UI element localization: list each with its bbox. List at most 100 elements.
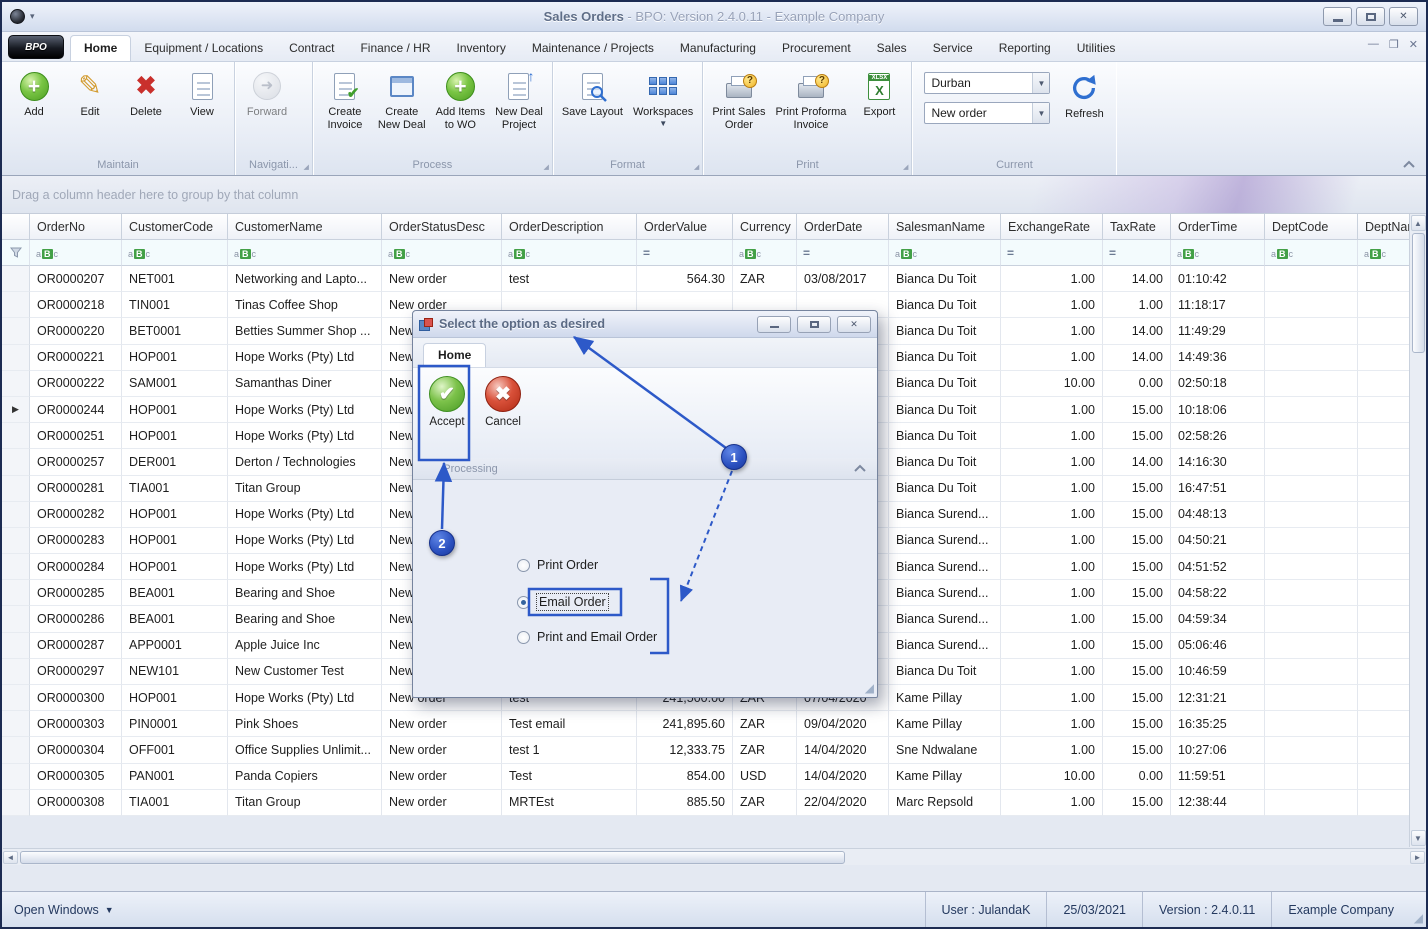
- tab-manufacturing[interactable]: Manufacturing: [667, 36, 769, 61]
- ribbon-collapse-icon[interactable]: [1402, 160, 1416, 169]
- quick-access-caret-icon[interactable]: ▾: [30, 11, 35, 22]
- app-icon[interactable]: [10, 9, 25, 24]
- ribbon-restore-icon[interactable]: ❐: [1389, 38, 1399, 51]
- bpo-logo[interactable]: BPO: [8, 35, 64, 59]
- view-button[interactable]: View: [174, 66, 230, 122]
- radio-email-order[interactable]: Email Order: [517, 594, 608, 610]
- scroll-down-icon[interactable]: ▼: [1411, 830, 1426, 846]
- scroll-right-icon[interactable]: ►: [1410, 851, 1425, 864]
- forward-button[interactable]: ➜ Forward: [239, 66, 295, 122]
- filter-cell-ordertime[interactable]: aBc: [1171, 240, 1265, 266]
- dialog-tab-home[interactable]: Home: [423, 343, 486, 367]
- filter-cell-ordervalue[interactable]: =: [637, 240, 733, 266]
- cancel-button[interactable]: ✖ Cancel: [479, 372, 527, 458]
- column-header-salesmanname[interactable]: SalesmanName: [889, 214, 1001, 240]
- tab-finance-hr[interactable]: Finance / HR: [347, 36, 443, 61]
- create-invoice-button[interactable]: ✔ Create Invoice: [317, 66, 373, 134]
- tab-maintenance-projects[interactable]: Maintenance / Projects: [519, 36, 667, 61]
- column-header-orderdate[interactable]: OrderDate: [797, 214, 889, 240]
- filter-funnel-icon[interactable]: [2, 240, 30, 266]
- filter-cell-taxrate[interactable]: =: [1103, 240, 1171, 266]
- current-order-type-dropdown[interactable]: New order ▼: [924, 102, 1050, 124]
- column-header-exchangerate[interactable]: ExchangeRate: [1001, 214, 1103, 240]
- column-header-deptcode[interactable]: DeptCode: [1265, 214, 1358, 240]
- delete-button[interactable]: ✖ Delete: [118, 66, 174, 122]
- filter-cell-deptcode[interactable]: aBc: [1265, 240, 1358, 266]
- dialog-launcher-icon[interactable]: ◢: [694, 163, 699, 171]
- tab-equipment-locations[interactable]: Equipment / Locations: [131, 36, 276, 61]
- tab-inventory[interactable]: Inventory: [443, 36, 518, 61]
- resize-grip[interactable]: ◢: [1410, 892, 1426, 927]
- filter-cell-orderdate[interactable]: =: [797, 240, 889, 266]
- dialog-minimize-button[interactable]: [757, 316, 791, 333]
- print-sales-order-button[interactable]: ? Print Sales Order: [707, 66, 770, 134]
- filter-cell-orderdescription[interactable]: aBc: [502, 240, 637, 266]
- add-button[interactable]: + Add: [6, 66, 62, 122]
- dialog-launcher-icon[interactable]: ◢: [543, 163, 548, 171]
- tab-utilities[interactable]: Utilities: [1064, 36, 1129, 61]
- column-header-ordertime[interactable]: OrderTime: [1171, 214, 1265, 240]
- column-header-ordervalue[interactable]: OrderValue: [637, 214, 733, 240]
- dialog-launcher-icon[interactable]: ◢: [304, 163, 309, 171]
- dialog-resize-grip[interactable]: ◢: [865, 681, 874, 695]
- radio-print-and-email-order[interactable]: Print and Email Order: [517, 630, 657, 644]
- accept-button[interactable]: ✔ Accept: [423, 372, 471, 458]
- column-header-currency[interactable]: Currency: [733, 214, 797, 240]
- maximize-button[interactable]: [1356, 7, 1385, 26]
- vertical-scrollbar[interactable]: ▲ ▼: [1409, 214, 1426, 847]
- dialog-collapse-icon[interactable]: [853, 464, 867, 473]
- create-new-deal-button[interactable]: Create New Deal: [373, 66, 431, 134]
- tab-contract[interactable]: Contract: [276, 36, 347, 61]
- vertical-scroll-thumb[interactable]: [1412, 233, 1425, 353]
- refresh-button[interactable]: Refresh: [1056, 68, 1112, 124]
- horizontal-scroll-thumb[interactable]: [20, 851, 845, 864]
- filter-cell-customername[interactable]: aBc: [228, 240, 382, 266]
- tab-reporting[interactable]: Reporting: [986, 36, 1064, 61]
- add-items-to-wo-button[interactable]: + Add Items to WO: [431, 66, 491, 134]
- dialog-close-button[interactable]: ✕: [837, 316, 871, 333]
- table-row[interactable]: OR0000303PIN0001Pink ShoesNew orderTest …: [2, 711, 1426, 737]
- table-row[interactable]: OR0000305PAN001Panda CopiersNew orderTes…: [2, 764, 1426, 790]
- column-header-orderdescription[interactable]: OrderDescription: [502, 214, 637, 240]
- cell-ordertime: 10:18:06: [1171, 397, 1265, 423]
- ribbon-close-icon[interactable]: ✕: [1409, 38, 1418, 51]
- radio-print-order[interactable]: Print Order: [517, 558, 598, 572]
- horizontal-scrollbar[interactable]: ◄ ►: [3, 848, 1425, 865]
- table-row[interactable]: OR0000308TIA001Titan GroupNew orderMRTEs…: [2, 790, 1426, 816]
- current-site-dropdown[interactable]: Durban ▼: [924, 72, 1050, 94]
- filter-cell-salesmanname[interactable]: aBc: [889, 240, 1001, 266]
- table-row[interactable]: OR0000207NET001Networking and Lapto...Ne…: [2, 266, 1426, 292]
- filter-cell-orderstatusdesc[interactable]: aBc: [382, 240, 502, 266]
- column-header-orderno[interactable]: OrderNo: [30, 214, 122, 240]
- scroll-up-icon[interactable]: ▲: [1411, 215, 1426, 231]
- tab-home[interactable]: Home: [70, 35, 131, 61]
- filter-cell-orderno[interactable]: aBc: [30, 240, 122, 266]
- close-button[interactable]: ✕: [1389, 7, 1418, 26]
- filter-cell-exchangerate[interactable]: =: [1001, 240, 1103, 266]
- workspaces-button[interactable]: Workspaces ▼: [628, 66, 698, 128]
- column-header-orderstatusdesc[interactable]: OrderStatusDesc: [382, 214, 502, 240]
- filter-cell-currency[interactable]: aBc: [733, 240, 797, 266]
- dialog-launcher-icon[interactable]: ◢: [903, 163, 908, 171]
- edit-button[interactable]: ✎ Edit: [62, 66, 118, 122]
- open-windows-button[interactable]: Open Windows ▼: [2, 903, 114, 917]
- ribbon-minimize-icon[interactable]: —: [1368, 38, 1379, 51]
- export-button[interactable]: X Export: [851, 66, 907, 122]
- dialog-maximize-button[interactable]: [797, 316, 831, 333]
- column-header-customername[interactable]: CustomerName: [228, 214, 382, 240]
- tab-sales[interactable]: Sales: [864, 36, 920, 61]
- column-header-customercode[interactable]: CustomerCode: [122, 214, 228, 240]
- scroll-left-icon[interactable]: ◄: [3, 851, 18, 864]
- minimize-button[interactable]: [1323, 7, 1352, 26]
- tab-service[interactable]: Service: [920, 36, 986, 61]
- table-row[interactable]: OR0000304OFF001Office Supplies Unlimit..…: [2, 737, 1426, 763]
- tab-procurement[interactable]: Procurement: [769, 36, 864, 61]
- group-by-bar[interactable]: Drag a column header here to group by th…: [2, 176, 1426, 214]
- group-by-hint: Drag a column header here to group by th…: [12, 188, 298, 202]
- save-layout-button[interactable]: Save Layout: [557, 66, 628, 122]
- new-deal-project-button[interactable]: ↑ New Deal Project: [490, 66, 548, 134]
- print-proforma-invoice-button[interactable]: ? Print Proforma Invoice: [771, 66, 852, 134]
- filter-cell-customercode[interactable]: aBc: [122, 240, 228, 266]
- create-new-deal-label: Create New Deal: [378, 106, 426, 131]
- column-header-taxrate[interactable]: TaxRate: [1103, 214, 1171, 240]
